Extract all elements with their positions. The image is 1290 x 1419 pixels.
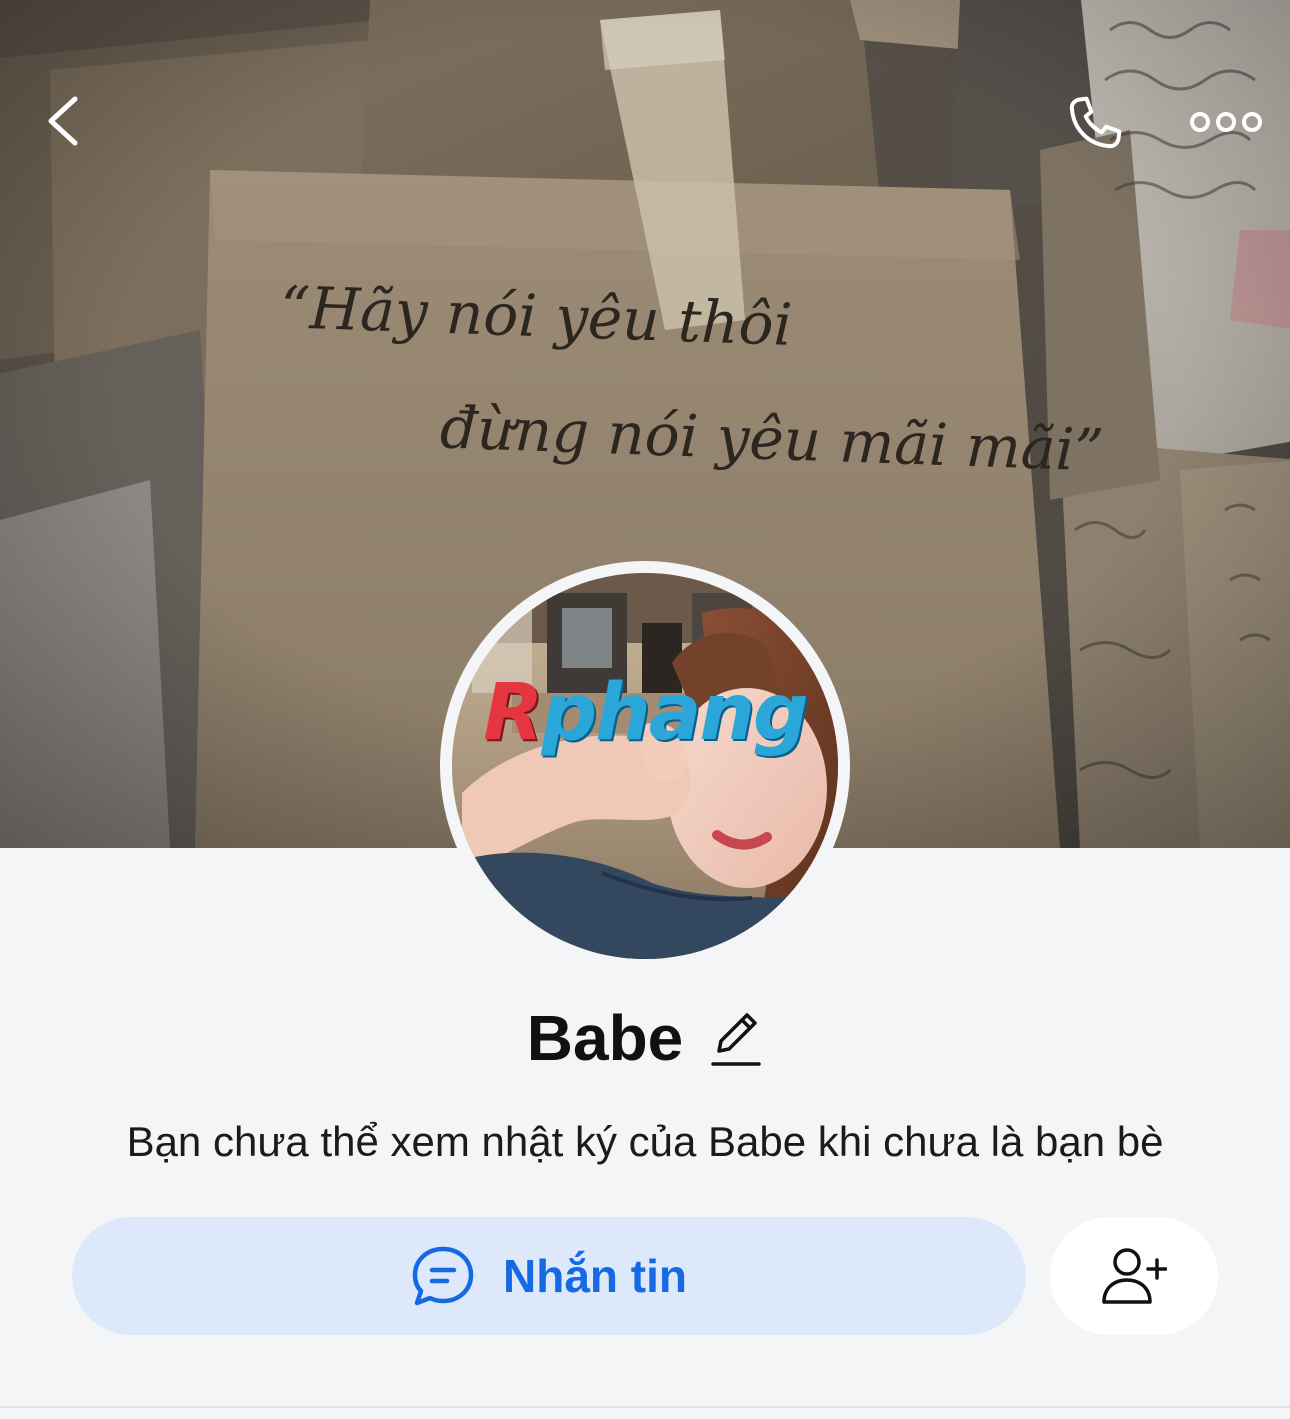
add-friend-icon [1102, 1248, 1167, 1304]
name-row: Babe [0, 998, 1290, 1078]
chevron-left-icon [48, 96, 78, 146]
profile-screen: “Hãy nói yêu thôi đừng nói yêu mãi mãi” [0, 0, 1290, 1419]
privacy-notice: Bạn chưa thể xem nhật ký của Babe khi ch… [126, 1118, 1164, 1165]
profile-name: Babe [526, 1002, 684, 1074]
call-button[interactable] [1056, 86, 1132, 162]
message-button[interactable]: Nhắn tin [72, 1217, 1026, 1335]
chat-bubble-icon [411, 1244, 475, 1308]
pencil-icon [711, 1013, 761, 1066]
avatar-watermark: Rphang [483, 668, 808, 758]
back-button[interactable] [28, 86, 98, 156]
phone-icon [1069, 96, 1122, 149]
message-button-label: Nhắn tin [503, 1250, 687, 1302]
edit-name-button[interactable] [709, 1007, 763, 1069]
bottom-divider [0, 1406, 1290, 1408]
avatar-photo: Rphang [452, 573, 838, 959]
avatar-photo-art [452, 573, 838, 959]
add-friend-button[interactable] [1050, 1217, 1218, 1335]
more-horizontal-icon [1190, 112, 1262, 132]
more-options-button[interactable] [1182, 92, 1270, 152]
avatar[interactable]: Rphang [440, 561, 850, 971]
